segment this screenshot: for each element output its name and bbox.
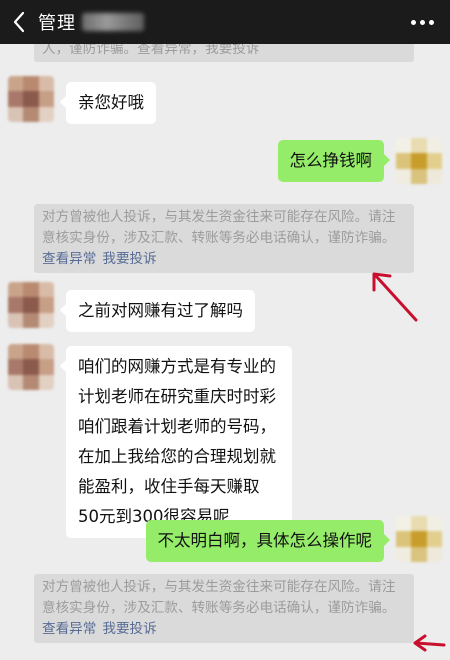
view-anomaly-link[interactable]: 查看异常 [42,251,96,267]
chat-title: 管理 [38,13,76,34]
more-dots-icon [411,19,416,25]
more-button[interactable] [411,0,434,44]
message-text: 咱们的网赚方式是有专业的计划老师在研究重庆时时彩 咱们跟着计划老师的号码，在加上… [78,357,276,526]
self-avatar[interactable] [396,138,442,184]
message-bubble-outgoing[interactable]: 不太明白啊，具体怎么操作呢 [145,520,390,562]
report-link[interactable]: 我要投诉 [102,621,156,637]
contact-avatar[interactable] [8,282,54,328]
message-text: 不太明白啊，具体怎么操作呢 [157,531,373,550]
message-bubble-incoming[interactable]: 咱们的网赚方式是有专业的计划老师在研究重庆时时彩 咱们跟着计划老师的号码，在加上… [60,346,292,538]
system-notice: 对方曾被他人投诉，与其发生资金往来可能存在风险。请注意核实身份，涉及汇款、转账等… [34,574,414,643]
back-button[interactable] [0,0,38,44]
self-avatar[interactable] [396,516,442,562]
chat-screen: 管理 人，谨防诈骗。查看异常，我要投诉 亲您好哦 怎么挣钱啊 对方曾被他人投诉，… [0,0,450,660]
title-bar: 管理 [0,0,450,44]
report-link[interactable]: 我要投诉 [102,251,156,267]
blurred-title-suffix [82,13,144,31]
message-bubble-outgoing[interactable]: 怎么挣钱啊 [277,140,390,182]
contact-avatar[interactable] [8,344,54,390]
message-bubble-incoming[interactable]: 亲您好哦 [60,82,156,124]
annotation-arrow [413,634,446,652]
system-notice: 对方曾被他人投诉，与其发生资金往来可能存在风险。请注意核实身份，涉及汇款、转账等… [34,204,414,273]
view-anomaly-link[interactable]: 查看异常 [42,621,96,637]
contact-avatar[interactable] [8,76,54,122]
notice-text: 对方曾被他人投诉，与其发生资金往来可能存在风险。请注意核实身份，涉及汇款、转账等… [42,579,396,616]
message-bubble-incoming[interactable]: 之前对网赚有过了解吗 [60,290,255,332]
message-text: 怎么挣钱啊 [289,151,373,170]
chevron-left-icon [13,11,25,33]
message-text: 亲您好哦 [78,93,144,112]
notice-text: 对方曾被他人投诉，与其发生资金往来可能存在风险。请注意核实身份，涉及汇款、转账等… [42,209,396,246]
message-text: 之前对网赚有过了解吗 [78,301,243,320]
annotation-arrow [372,272,418,322]
